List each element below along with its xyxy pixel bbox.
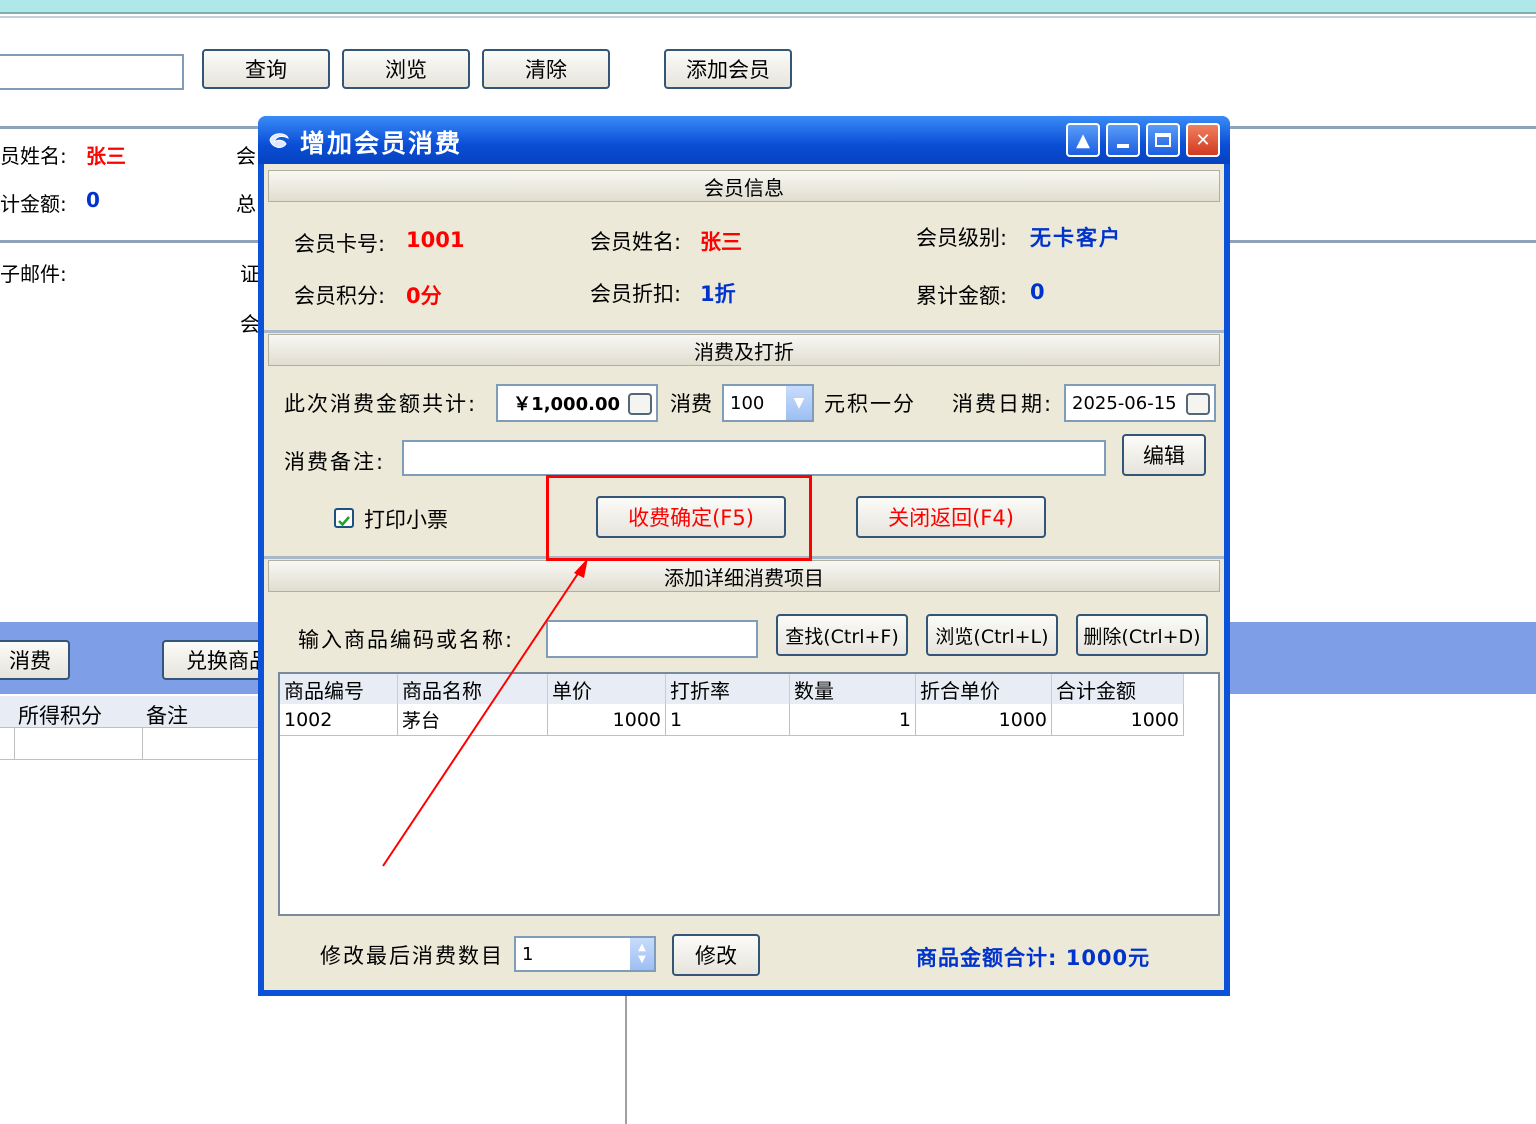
annotation-arrow-icon [382, 558, 588, 867]
